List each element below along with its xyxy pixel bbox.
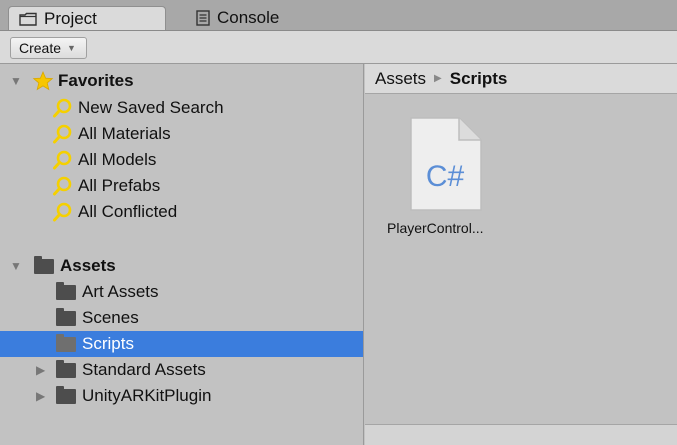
search-icon <box>53 202 72 222</box>
tree-item-label: All Prefabs <box>78 176 161 195</box>
search-icon <box>53 150 72 170</box>
folder-icon <box>34 255 54 274</box>
tab-bar: Project Console <box>0 0 677 31</box>
create-label: Create <box>19 40 62 56</box>
tree-item-label: UnityARKitPlugin <box>82 386 212 405</box>
breadcrumb-current[interactable]: Scripts <box>450 69 508 89</box>
tree-item-standard-assets[interactable]: ▶ Standard Assets <box>0 357 363 383</box>
breadcrumb-separator-icon: ▶ <box>434 73 442 84</box>
tree-item-favorites[interactable]: ▼ Favorites <box>0 68 363 94</box>
tree-item-all-models[interactable]: All Models <box>0 147 363 173</box>
asset-content-panel: Assets ▶ Scripts C# PlayerControl... <box>365 64 677 445</box>
tree-item-label: All Materials <box>78 124 171 143</box>
search-icon <box>53 176 72 196</box>
tree-item-new-saved-search[interactable]: New Saved Search <box>0 95 363 121</box>
folder-icon <box>19 12 37 26</box>
tree-item-label: Favorites <box>58 71 134 90</box>
dropdown-arrow-icon: ▼ <box>67 43 76 53</box>
tree-item-label: Art Assets <box>82 282 159 301</box>
file-badge: C# <box>425 160 465 193</box>
tab-label: Project <box>44 8 97 28</box>
toolbar: Create ▼ <box>0 31 677 64</box>
folder-icon <box>56 333 76 352</box>
expand-triangle-icon[interactable]: ▼ <box>10 259 22 273</box>
tab-project[interactable]: Project <box>8 6 166 30</box>
tree-item-label: New Saved Search <box>78 98 224 117</box>
tree-item-unityarkitplugin[interactable]: ▶ UnityARKitPlugin <box>0 383 363 409</box>
tree-item-label: All Conflicted <box>78 202 178 221</box>
tree-item-label: Assets <box>60 256 116 275</box>
tree-item-art-assets[interactable]: Art Assets <box>0 279 363 305</box>
search-icon <box>53 124 72 144</box>
console-icon <box>196 10 210 26</box>
folder-icon <box>56 385 76 404</box>
collapse-triangle-icon[interactable]: ▶ <box>36 363 45 377</box>
expand-triangle-icon[interactable]: ▼ <box>10 74 22 88</box>
tree-item-assets[interactable]: ▼ Assets <box>0 253 363 279</box>
folder-icon <box>56 359 76 378</box>
star-icon <box>32 70 54 91</box>
project-window: Project Console Create ▼ ▼ Favorites New… <box>0 0 677 445</box>
search-icon <box>53 98 72 118</box>
project-tree: ▼ Favorites New Saved Search All Materia… <box>0 64 364 445</box>
tree-item-label: Standard Assets <box>82 360 206 379</box>
asset-label: PlayerControl... <box>387 220 484 236</box>
tree-item-label: Scenes <box>82 308 139 327</box>
tree-item-label: All Models <box>78 150 157 169</box>
breadcrumb-root[interactable]: Assets <box>375 69 426 89</box>
status-bar <box>365 424 677 445</box>
tree-item-scripts[interactable]: Scripts <box>0 331 363 357</box>
breadcrumb: Assets ▶ Scripts <box>365 64 677 94</box>
tab-label: Console <box>217 8 280 27</box>
folder-icon <box>56 281 76 300</box>
tree-item-label: Scripts <box>82 334 134 353</box>
tab-console[interactable]: Console <box>196 6 279 30</box>
create-button[interactable]: Create ▼ <box>10 37 87 59</box>
tree-item-scenes[interactable]: Scenes <box>0 305 363 331</box>
tree-item-all-materials[interactable]: All Materials <box>0 121 363 147</box>
folder-icon <box>56 307 76 326</box>
tree-item-all-prefabs[interactable]: All Prefabs <box>0 173 363 199</box>
tree-item-all-conflicted[interactable]: All Conflicted <box>0 199 363 225</box>
collapse-triangle-icon[interactable]: ▶ <box>36 389 45 403</box>
